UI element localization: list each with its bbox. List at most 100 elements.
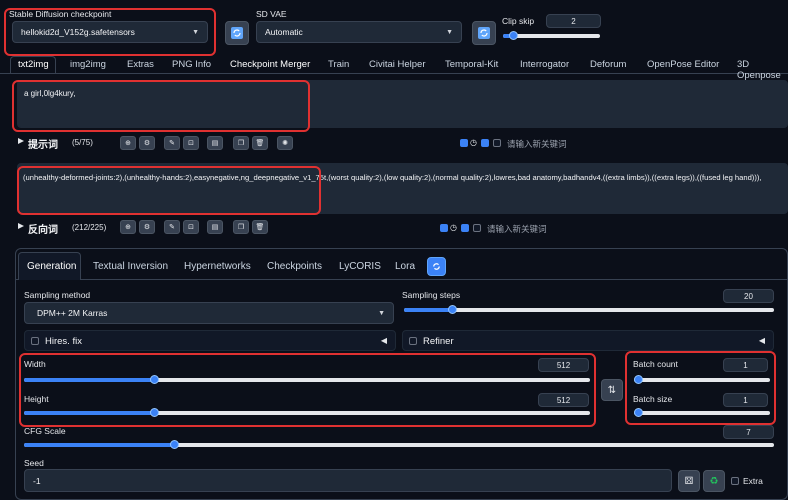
prompt-check-2[interactable] [481,139,489,147]
subtab-textual-inversion[interactable]: Textual Inversion [93,261,168,272]
width-input[interactable]: 512 [538,358,589,372]
subtab-lycoris[interactable]: LyCORIS [339,261,381,272]
slider-handle[interactable] [170,439,179,449]
chevron-down-icon: ▼ [378,309,385,317]
vae-select[interactable]: Automatic ▼ [256,21,462,43]
collapse-left-icon[interactable]: ◀ [759,336,765,345]
seed-label: Seed [24,458,44,468]
trash-icon[interactable]: 🗑 [252,136,268,150]
hires-fix-panel[interactable]: Hires. fix ◀ [24,330,396,351]
negative-check-1[interactable] [440,224,448,232]
clip-skip-input[interactable]: 2 [546,14,601,28]
sampling-steps-slider[interactable] [404,304,774,314]
vae-value: Automatic [265,27,303,37]
refresh-checkpoint-button[interactable] [225,21,249,45]
width-slider[interactable] [24,374,590,384]
edit-icon[interactable]: ✎ [164,136,180,150]
swap-dimensions-button[interactable]: ⇅ [601,379,623,401]
refiner-panel[interactable]: Refiner ◀ [402,330,774,351]
refresh-icon [433,263,440,270]
slider-fill [24,411,154,415]
prompt-collapse-icon[interactable] [17,137,25,147]
copy-icon[interactable]: ❐ [233,220,249,234]
globe-icon[interactable]: ⊕ [120,136,136,150]
reuse-seed-button[interactable]: ♻ [703,470,725,492]
prompt-keyword-input[interactable]: 请输入新关键词 [507,138,567,150]
refresh-networks-button[interactable] [427,257,446,276]
batch-count-input[interactable]: 1 [723,358,768,372]
negative-prompt-textarea[interactable]: (unhealthy-deformed-joints:2),(unhealthy… [17,163,788,214]
subtab-generation[interactable]: Generation [27,261,76,272]
checkpoint-value: hellokid2d_V152g.safetensors [21,27,135,37]
refresh-icon [478,27,490,39]
tab-txt2img[interactable]: txt2img [18,59,49,70]
gear-icon[interactable]: ⚙ [139,136,155,150]
tab-civitai-helper[interactable]: Civitai Helper [369,59,426,70]
globe-icon[interactable]: ⊕ [120,220,136,234]
tab-interrogator[interactable]: Interrogator [520,59,569,70]
slider-handle[interactable] [150,407,159,417]
slider-handle[interactable] [634,407,643,417]
collapse-left-icon[interactable]: ◀ [381,336,387,345]
prompt-check-3[interactable] [493,139,501,147]
refiner-checkbox[interactable] [409,337,417,345]
clock-icon[interactable]: ◷ [470,138,477,147]
card-icon[interactable]: ▤ [207,136,223,150]
copy-icon[interactable]: ❐ [233,136,249,150]
height-label: Height [24,394,49,404]
negative-check-3[interactable] [473,224,481,232]
bookmark-icon[interactable]: ⊡ [183,136,199,150]
tab-png-info[interactable]: PNG Info [172,59,211,70]
slider-fill [24,443,174,447]
prompt-check-1[interactable] [460,139,468,147]
batch-size-slider[interactable] [634,407,770,417]
tab-3d-openpose[interactable]: 3D Openpose [737,59,788,81]
trash-icon[interactable]: 🗑 [252,220,268,234]
subtab-checkpoints[interactable]: Checkpoints [267,261,322,272]
height-input[interactable]: 512 [538,393,589,407]
extra-seed-checkbox[interactable] [731,477,739,485]
cfg-scale-input[interactable]: 7 [723,425,774,439]
bookmark-icon[interactable]: ⊡ [183,220,199,234]
random-seed-button[interactable]: ⚄ [678,470,700,492]
tab-train[interactable]: Train [328,59,349,70]
edit-icon[interactable]: ✎ [164,220,180,234]
slider-fill [24,378,154,382]
batch-size-label: Batch size [633,394,673,404]
batch-count-slider[interactable] [634,374,770,384]
tab-extras[interactable]: Extras [127,59,154,70]
gear-icon[interactable]: ⚙ [139,220,155,234]
vae-label: SD VAE [256,9,287,19]
subtab-lora[interactable]: Lora [395,261,415,272]
tab-openpose-editor[interactable]: OpenPose Editor [647,59,719,70]
slider-track [634,378,770,382]
subtab-hypernetworks[interactable]: Hypernetworks [184,261,251,272]
cfg-scale-slider[interactable] [24,439,774,449]
tab-deforum[interactable]: Deforum [590,59,626,70]
refresh-vae-button[interactable] [472,21,496,45]
batch-size-input[interactable]: 1 [723,393,768,407]
hires-fix-checkbox[interactable] [31,337,39,345]
checkpoint-label: Stable Diffusion checkpoint [9,9,112,19]
clock-icon[interactable]: ◷ [450,223,457,232]
seed-input[interactable]: -1 [24,469,672,492]
tab-temporal-kit[interactable]: Temporal-Kit [445,59,498,70]
slider-handle[interactable] [150,374,159,384]
checkpoint-select[interactable]: hellokid2d_V152g.safetensors ▼ [12,21,208,43]
height-slider[interactable] [24,407,590,417]
negative-keyword-input[interactable]: 请输入新关键词 [487,223,547,235]
openai-icon[interactable]: ✺ [277,136,293,150]
negative-check-2[interactable] [461,224,469,232]
seed-value: -1 [33,475,41,486]
slider-handle[interactable] [634,374,643,384]
tab-img2img[interactable]: img2img [70,59,106,70]
negative-collapse-icon[interactable] [17,222,25,232]
sampling-steps-input[interactable]: 20 [723,289,774,303]
slider-handle[interactable] [448,304,457,314]
negative-title: 反向词 [28,225,58,236]
clip-skip-slider[interactable] [503,30,600,40]
sampling-method-select[interactable]: DPM++ 2M Karras ▼ [24,302,394,324]
tab-checkpoint-merger[interactable]: Checkpoint Merger [230,59,310,70]
card-icon[interactable]: ▤ [207,220,223,234]
prompt-textarea[interactable]: a girl,0lg4kury, [17,80,788,128]
